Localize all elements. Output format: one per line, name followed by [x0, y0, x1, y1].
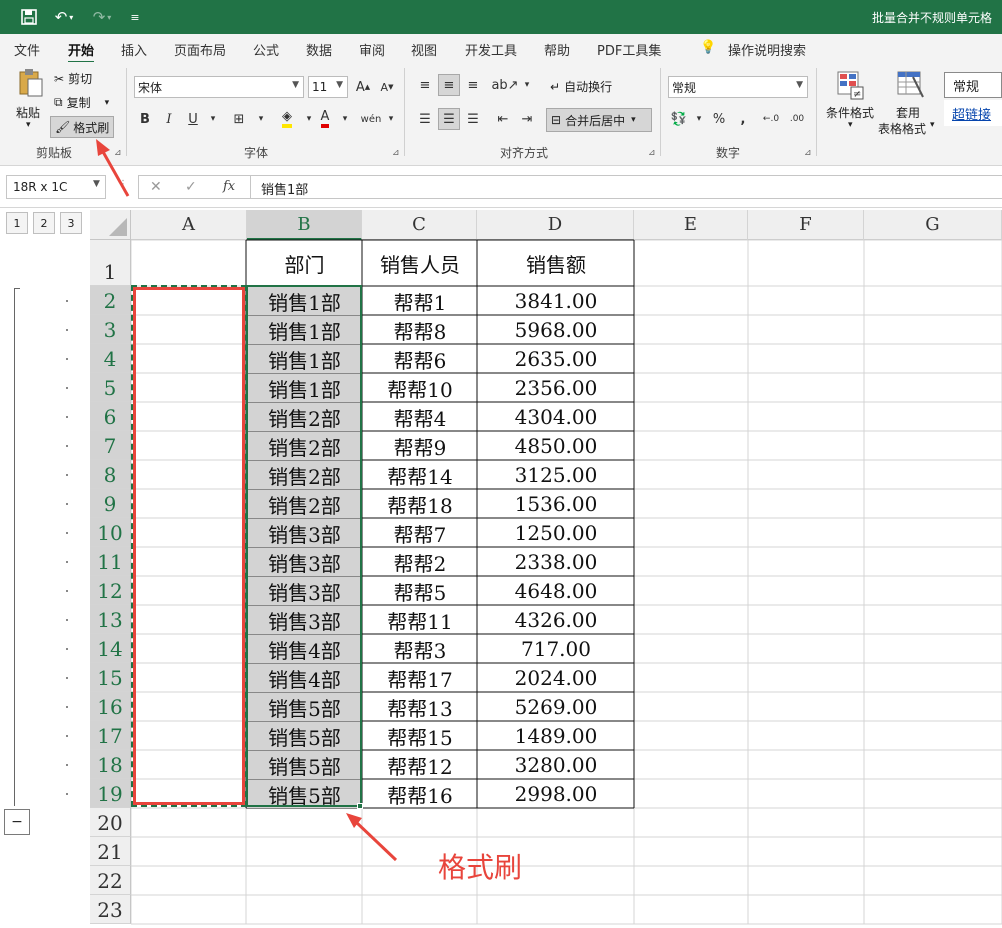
salesperson-cell[interactable]: 帮帮18	[363, 490, 477, 518]
sales-amount-cell[interactable]: 4304.00	[478, 403, 634, 431]
sales-amount-cell[interactable]: 2998.00	[478, 780, 634, 808]
row-header-14[interactable]: 14	[90, 634, 131, 663]
salesperson-cell[interactable]: 帮帮10	[363, 374, 477, 402]
salesperson-cell[interactable]: 帮帮11	[363, 606, 477, 634]
salesperson-cell[interactable]: 帮帮9	[363, 432, 477, 460]
sales-amount-cell[interactable]: 717.00	[478, 635, 634, 663]
table-header-cell[interactable]: 销售额	[478, 241, 634, 286]
salesperson-cell[interactable]: 帮帮7	[363, 519, 477, 547]
sales-amount-cell[interactable]: 1536.00	[478, 490, 634, 518]
sales-amount-cell[interactable]: 5269.00	[478, 693, 634, 721]
sales-amount-cell[interactable]: 4850.00	[478, 432, 634, 460]
salesperson-cell[interactable]: 帮帮3	[363, 635, 477, 663]
row-header-5[interactable]: 5	[90, 373, 131, 402]
row-header-17[interactable]: 17	[90, 721, 131, 750]
salesperson-cell[interactable]: 帮帮5	[363, 577, 477, 605]
row-header-10[interactable]: 10	[90, 518, 131, 547]
row-header-16[interactable]: 16	[90, 692, 131, 721]
row-header-19[interactable]: 19	[90, 779, 131, 808]
copy-marquee	[131, 285, 247, 807]
row-header-20[interactable]: 20	[90, 808, 131, 837]
sales-amount-cell[interactable]: 2338.00	[478, 548, 634, 576]
row-header-1[interactable]: 1	[90, 240, 131, 286]
salesperson-cell[interactable]: 帮帮4	[363, 403, 477, 431]
sales-amount-cell[interactable]: 2024.00	[478, 664, 634, 692]
row-header-8[interactable]: 8	[90, 460, 131, 489]
sales-amount-cell[interactable]: 1489.00	[478, 722, 634, 750]
salesperson-cell[interactable]: 帮帮8	[363, 316, 477, 344]
sales-amount-cell[interactable]: 2635.00	[478, 345, 634, 373]
salesperson-cell[interactable]: 帮帮14	[363, 461, 477, 489]
row-header-22[interactable]: 22	[90, 866, 131, 895]
row-header-12[interactable]: 12	[90, 576, 131, 605]
salesperson-cell[interactable]: 帮帮16	[363, 780, 477, 808]
selection-border	[246, 285, 362, 807]
sales-amount-cell[interactable]: 3125.00	[478, 461, 634, 489]
sales-amount-cell[interactable]: 3280.00	[478, 751, 634, 779]
fill-handle[interactable]	[357, 803, 363, 809]
sales-amount-cell[interactable]: 4326.00	[478, 606, 634, 634]
salesperson-cell[interactable]: 帮帮2	[363, 548, 477, 576]
row-header-4[interactable]: 4	[90, 344, 131, 373]
row-header-15[interactable]: 15	[90, 663, 131, 692]
salesperson-cell[interactable]: 帮帮13	[363, 693, 477, 721]
row-header-3[interactable]: 3	[90, 315, 131, 344]
sales-amount-cell[interactable]: 3841.00	[478, 287, 634, 315]
row-header-2[interactable]: 2	[90, 286, 131, 315]
annotation-label: 格式刷	[438, 851, 523, 884]
row-header-23[interactable]: 23	[90, 895, 131, 924]
salesperson-cell[interactable]: 帮帮1	[363, 287, 477, 315]
salesperson-cell[interactable]: 帮帮6	[363, 345, 477, 373]
row-header-11[interactable]: 11	[90, 547, 131, 576]
row-header-13[interactable]: 13	[90, 605, 131, 634]
salesperson-cell[interactable]: 帮帮12	[363, 751, 477, 779]
row-header-6[interactable]: 6	[90, 402, 131, 431]
sales-amount-cell[interactable]: 5968.00	[478, 316, 634, 344]
row-header-7[interactable]: 7	[90, 431, 131, 460]
sales-amount-cell[interactable]: 1250.00	[478, 519, 634, 547]
row-header-18[interactable]: 18	[90, 750, 131, 779]
sales-amount-cell[interactable]: 4648.00	[478, 577, 634, 605]
salesperson-cell[interactable]: 帮帮15	[363, 722, 477, 750]
table-header-cell[interactable]: 部门	[247, 241, 362, 286]
sales-amount-cell[interactable]: 2356.00	[478, 374, 634, 402]
row-header-9[interactable]: 9	[90, 489, 131, 518]
row-header-21[interactable]: 21	[90, 837, 131, 866]
salesperson-cell[interactable]: 帮帮17	[363, 664, 477, 692]
table-header-cell[interactable]: 销售人员	[363, 241, 477, 286]
